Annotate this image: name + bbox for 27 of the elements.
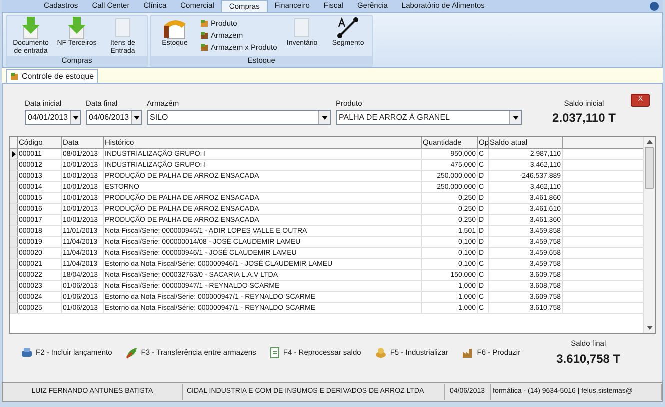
segment-icon [336,16,360,40]
date-field[interactable]: 04/06/2013 [86,110,142,126]
box-icon [200,19,209,28]
box-icon [200,43,209,52]
scrollbar[interactable] [643,137,655,333]
phone-icon [21,347,33,359]
help-icon[interactable] [650,2,659,11]
document-icon [294,18,310,38]
document-tab[interactable]: Controle de estoque [6,69,98,83]
box-icon [10,72,19,81]
document-icon [270,347,280,359]
coin-icon [375,347,388,359]
document-icon [115,18,131,38]
down-arrow-icon [66,16,88,40]
scroll-up-icon[interactable] [646,140,652,144]
box-icon [200,31,209,40]
factory-icon [462,347,474,359]
warehouse-dropdown[interactable]: SILO [147,110,331,126]
saldo-value: 2.037,110 T [552,110,616,128]
saldo-value: 3.610,758 T [556,350,621,368]
product-dropdown[interactable]: PALHA DE ARROZ À GRANEL [336,110,522,126]
date-field[interactable]: 04/01/2013 [25,110,81,126]
leaf-icon [126,347,138,359]
scroll-down-icon[interactable] [646,326,652,330]
scroll-thumb[interactable] [645,147,654,189]
down-arrow-icon [20,16,42,40]
row-selector[interactable] [10,149,18,159]
